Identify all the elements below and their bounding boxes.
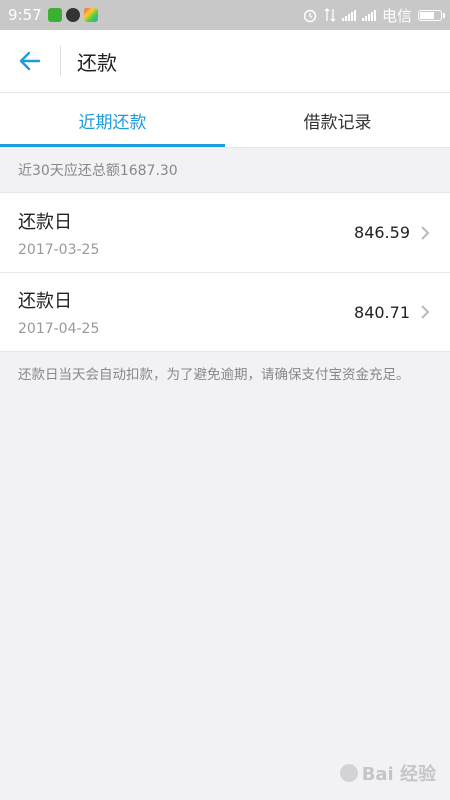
- repayment-summary: 近30天应还总额1687.30: [0, 147, 450, 192]
- tab-recent-repayment[interactable]: 近期还款: [0, 93, 225, 147]
- repayment-row[interactable]: 还款日 2017-04-25 840.71: [0, 272, 450, 351]
- page-title: 还款: [77, 50, 117, 75]
- tab-loan-records[interactable]: 借款记录: [225, 93, 450, 147]
- signal-icon: [341, 9, 356, 21]
- repayment-label: 还款日: [18, 211, 72, 233]
- repayment-date: 2017-04-25: [18, 321, 100, 337]
- qq-notification-icon: [65, 8, 80, 22]
- repayment-date: 2017-03-25: [18, 241, 100, 258]
- carrier-label: 电信: [381, 6, 412, 25]
- auto-debit-note: 还款日当天会自动扣款，为了避免逾期，请确保支付宝资金充足。: [18, 367, 410, 383]
- data-transfer-icon: [324, 8, 336, 22]
- repayment-label: 还款日: [18, 291, 72, 312]
- chevron-right-icon: [420, 225, 432, 241]
- paw-logo-icon: [339, 764, 358, 782]
- back-button[interactable]: [0, 30, 60, 92]
- alarm-icon: [303, 9, 317, 23]
- signal-icon-secondary: [361, 9, 376, 21]
- back-arrow-icon: [19, 51, 41, 71]
- wechat-notification-icon: [47, 8, 62, 22]
- status-bar: 9:57 电信: [0, 0, 450, 30]
- header-bar: 还款: [0, 30, 450, 92]
- app-notification-icon: [83, 8, 98, 22]
- repayment-row[interactable]: 还款日 2017-03-25 846.59: [0, 193, 450, 272]
- chevron-right-icon: [420, 304, 432, 320]
- watermark-text: Bai 经验: [361, 764, 436, 785]
- status-time: 9:57: [8, 6, 42, 24]
- baidu-watermark: Bai 经验: [339, 760, 436, 786]
- repayment-amount: 846.59: [354, 223, 410, 242]
- tab-bar: 近期还款 借款记录: [0, 92, 450, 147]
- header-divider: [60, 46, 61, 76]
- battery-icon: [418, 9, 445, 21]
- repayment-list: 还款日 2017-03-25 846.59 还款日 2017-04-25 840…: [0, 192, 450, 352]
- repayment-amount: 840.71: [354, 302, 410, 322]
